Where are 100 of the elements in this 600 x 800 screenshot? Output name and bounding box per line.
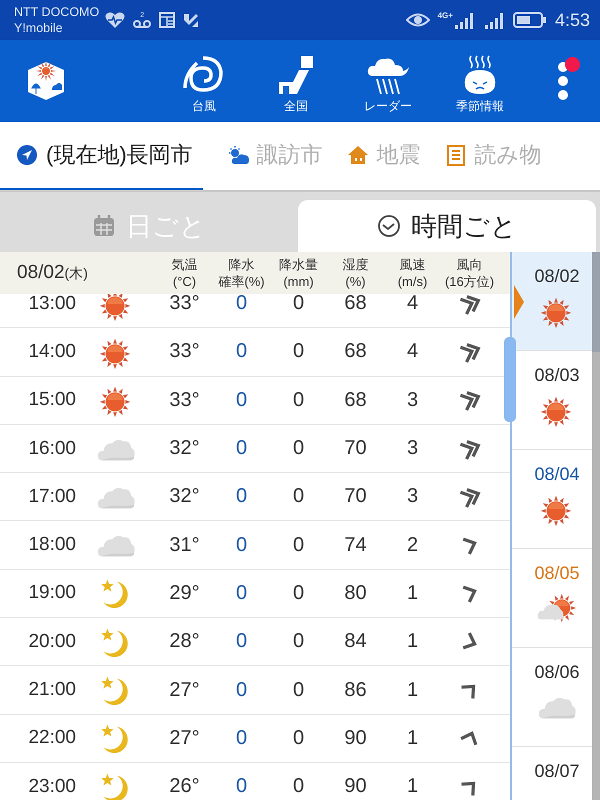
- rainfall-cell: 0: [292, 582, 304, 605]
- day-date: 08/02: [533, 266, 580, 287]
- japan-map-button[interactable]: 全国: [250, 54, 342, 114]
- carrier-name: Y!mobile: [14, 20, 64, 36]
- wind-speed-cell: 1: [406, 582, 418, 605]
- temperature-cell: 31°: [169, 534, 200, 557]
- menu-icon: [557, 59, 569, 103]
- double-chevron-icon: [458, 388, 482, 412]
- wind-speed-cell: 3: [406, 485, 418, 508]
- news-icon: [159, 12, 176, 28]
- humidity-cell: 70: [344, 437, 367, 460]
- precipitation-cell: 0: [236, 775, 248, 798]
- column-unit: 確率(%): [218, 273, 265, 290]
- wind-speed-cell: 4: [406, 294, 418, 316]
- wind-speed-cell: 4: [406, 340, 418, 364]
- wind-speed-cell: 2: [406, 534, 418, 557]
- precipitation-cell: 0: [236, 678, 248, 702]
- signal-icon: [452, 11, 475, 29]
- temperature-cell: 32°: [169, 485, 200, 508]
- column-unit: (°C): [172, 273, 196, 290]
- wind-speed-cell: 1: [406, 726, 418, 750]
- rainfall-cell: 0: [292, 388, 304, 412]
- network-type: 4G+: [438, 11, 453, 20]
- humidity-cell: 70: [344, 485, 367, 508]
- scrollbar-thumb[interactable]: [504, 337, 516, 422]
- temperature-cell: 29°: [169, 582, 200, 605]
- eye-icon: [406, 12, 430, 28]
- typhoon-button[interactable]: 台風: [158, 54, 250, 114]
- time-cell: 14:00: [28, 340, 76, 363]
- scrollbar-thumb[interactable]: [592, 252, 600, 352]
- time-cell: 21:00: [28, 679, 76, 702]
- humidity-cell: 84: [344, 630, 367, 654]
- column-unit: (16方位): [444, 273, 494, 290]
- rainfall-cell: 0: [292, 630, 304, 654]
- time-cell: 22:00: [28, 727, 76, 750]
- sun-cloud-icon: [226, 144, 249, 166]
- day-date: 08/06: [533, 662, 580, 683]
- column-header: 降水量: [279, 256, 318, 273]
- temperature-cell: 32°: [169, 437, 200, 460]
- heart-rate-icon: [105, 11, 126, 29]
- date-label: 08/02: [17, 262, 65, 284]
- humidity-cell: 86: [344, 678, 367, 702]
- rainfall-cell: 0: [292, 726, 304, 750]
- day-item[interactable]: 08/02: [512, 252, 592, 351]
- column-header: 湿度: [342, 256, 368, 273]
- wind-speed-cell: 1: [406, 630, 418, 654]
- rainfall-cell: 0: [292, 437, 304, 460]
- temperature-cell: 27°: [169, 726, 200, 750]
- wind-speed-cell: 1: [406, 678, 418, 702]
- temperature-cell: 27°: [169, 678, 200, 702]
- temperature-cell: 28°: [169, 630, 200, 654]
- battery-icon: [512, 11, 547, 29]
- time-cell: 15:00: [28, 389, 76, 412]
- rainfall-cell: 0: [292, 775, 304, 798]
- rain-cloud-button[interactable]: レーダー: [342, 54, 434, 114]
- voicemail-icon: [133, 18, 152, 28]
- rainfall-cell: 0: [292, 294, 304, 316]
- precipitation-cell: 0: [236, 534, 248, 557]
- humidity-cell: 90: [344, 726, 367, 750]
- precipitation-cell: 0: [236, 340, 248, 364]
- list-icon: [444, 144, 467, 166]
- pointer-icon: [514, 285, 524, 319]
- humidity-cell: 74: [344, 534, 367, 557]
- rainfall-cell: 0: [292, 340, 304, 364]
- column-unit: (%): [345, 273, 366, 290]
- precipitation-cell: 0: [236, 388, 248, 412]
- humidity-cell: 80: [344, 582, 367, 605]
- clock-icon: [377, 214, 401, 238]
- precipitation-cell: 0: [236, 582, 248, 605]
- check-icon: [183, 12, 200, 28]
- column-unit: (mm): [283, 273, 314, 290]
- time-cell: 16:00: [28, 438, 76, 460]
- precipitation-cell: 0: [236, 630, 248, 654]
- time-cell: 19:00: [28, 582, 76, 604]
- wind-speed-cell: 3: [406, 437, 418, 460]
- day-date: 08/07: [533, 761, 580, 782]
- carrier-name: NTT DOCOMO: [14, 4, 100, 20]
- humidity-cell: 90: [344, 775, 367, 798]
- house-icon: [346, 144, 369, 166]
- temperature-cell: 33°: [169, 340, 200, 364]
- time-cell: 13:00: [28, 294, 76, 315]
- rainfall-cell: 0: [292, 485, 304, 508]
- time-cell: 23:00: [28, 776, 76, 798]
- rainfall-cell: 0: [292, 534, 304, 557]
- humidity-cell: 68: [344, 388, 367, 412]
- weekday-label: (木): [64, 265, 88, 283]
- view-tab[interactable]: 時間ごと: [298, 200, 596, 252]
- time-cell: 18:00: [28, 534, 76, 556]
- precipitation-cell: 0: [236, 437, 248, 460]
- wind-speed-cell: 3: [406, 388, 418, 412]
- temperature-cell: 33°: [169, 388, 200, 412]
- humidity-cell: 68: [344, 340, 367, 364]
- day-date: 08/04: [533, 464, 580, 485]
- double-chevron-icon: [458, 294, 482, 316]
- precipitation-cell: 0: [236, 294, 248, 316]
- day-date: 08/03: [533, 365, 580, 386]
- temperature-cell: 26°: [169, 775, 200, 798]
- clock-time: 4:53: [554, 10, 590, 30]
- day-date: 08/05: [533, 563, 580, 584]
- sweating-face-button[interactable]: 季節情報: [434, 54, 526, 114]
